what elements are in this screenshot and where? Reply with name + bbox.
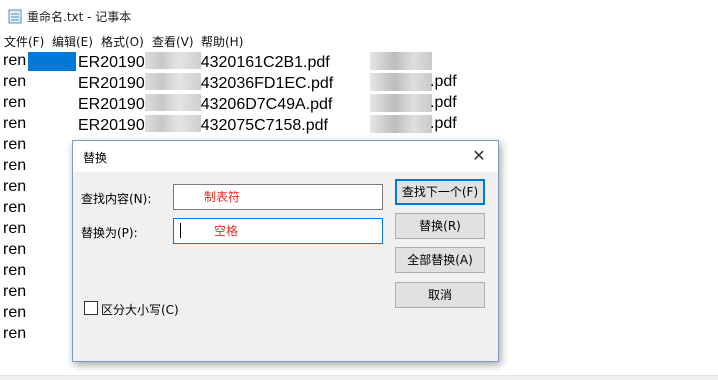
text-caret <box>180 223 181 238</box>
replace-label: 替换为(P): <box>81 226 138 240</box>
cancel-button[interactable]: 取消 <box>395 282 485 308</box>
line-prefix: ren <box>3 262 27 279</box>
text-line: ren ER20190 43206D7C49A.pdf .pdf <box>0 92 718 113</box>
match-case-checkbox[interactable] <box>84 301 98 315</box>
replace-input-value: 空格 <box>214 224 239 238</box>
dialog-title-bar: 替换 ✕ <box>73 141 498 172</box>
line-prefix: ren <box>3 178 27 195</box>
find-input-value: 制表符 <box>204 190 241 204</box>
redacted-block <box>370 73 432 91</box>
menu-format[interactable]: 格式(O) <box>101 33 144 50</box>
line-prefix: ren <box>3 136 27 153</box>
title-bar: 重命名.txt - 记事本 <box>0 0 718 31</box>
menu-edit[interactable]: 编辑(E) <box>52 33 93 50</box>
replace-dialog: 替换 ✕ 查找内容(N): 制表符 替换为(P): 空格 查找下一个(F) 替换… <box>72 140 499 362</box>
line-prefix: ren <box>3 220 27 237</box>
notepad-icon <box>8 9 22 24</box>
line-prefix: ren <box>3 241 27 258</box>
replace-button[interactable]: 替换(R) <box>395 213 485 239</box>
line-prefix: ren <box>3 199 27 216</box>
match-case-label[interactable]: 区分大小写(C) <box>101 301 179 318</box>
menu-help[interactable]: 帮助(H) <box>201 33 243 50</box>
text-line: ren ER20190 432075C7158.pdf .pdf <box>0 113 718 134</box>
line-prefix: ren <box>3 52 27 69</box>
line-extension: .pdf <box>430 73 457 90</box>
line-prefix: ren <box>3 325 27 342</box>
line-prefix: ren <box>3 157 27 174</box>
text-line: ren ER20190 4320161C2B1.pdf <box>0 50 718 71</box>
line-prefix: ren <box>3 73 27 90</box>
redacted-block <box>370 94 432 112</box>
window-title: 重命名.txt - 记事本 <box>27 10 132 24</box>
line-filename: ER20190 43206D7C49A.pdf <box>78 94 333 113</box>
selected-tab-character <box>28 52 76 71</box>
close-icon[interactable]: ✕ <box>466 144 492 168</box>
find-next-button[interactable]: 查找下一个(F) <box>395 179 485 205</box>
find-input[interactable]: 制表符 <box>173 184 383 210</box>
line-filename: ER20190 432075C7158.pdf <box>78 115 328 134</box>
line-prefix: ren <box>3 283 27 300</box>
line-prefix: ren <box>3 115 27 132</box>
line-prefix: ren <box>3 94 27 111</box>
replace-input[interactable]: 空格 <box>173 218 383 244</box>
replace-all-button[interactable]: 全部替换(A) <box>395 247 485 273</box>
line-filename: ER20190 4320161C2B1.pdf <box>78 52 330 71</box>
redacted-block <box>370 115 432 133</box>
menu-bar: 文件(F) 编辑(E) 格式(O) 查看(V) 帮助(H) <box>0 31 718 50</box>
line-extension: .pdf <box>430 115 457 132</box>
line-prefix: ren <box>3 304 27 321</box>
horizontal-scrollbar[interactable] <box>0 375 718 380</box>
find-label: 查找内容(N): <box>81 192 152 206</box>
redacted-block <box>370 52 432 70</box>
menu-file[interactable]: 文件(F) <box>4 33 44 50</box>
dialog-title: 替换 <box>83 151 108 165</box>
menu-view[interactable]: 查看(V) <box>152 33 194 50</box>
line-filename: ER20190 432036FD1EC.pdf <box>78 73 334 92</box>
line-extension: .pdf <box>430 94 457 111</box>
text-line: ren ER20190 432036FD1EC.pdf .pdf <box>0 71 718 92</box>
